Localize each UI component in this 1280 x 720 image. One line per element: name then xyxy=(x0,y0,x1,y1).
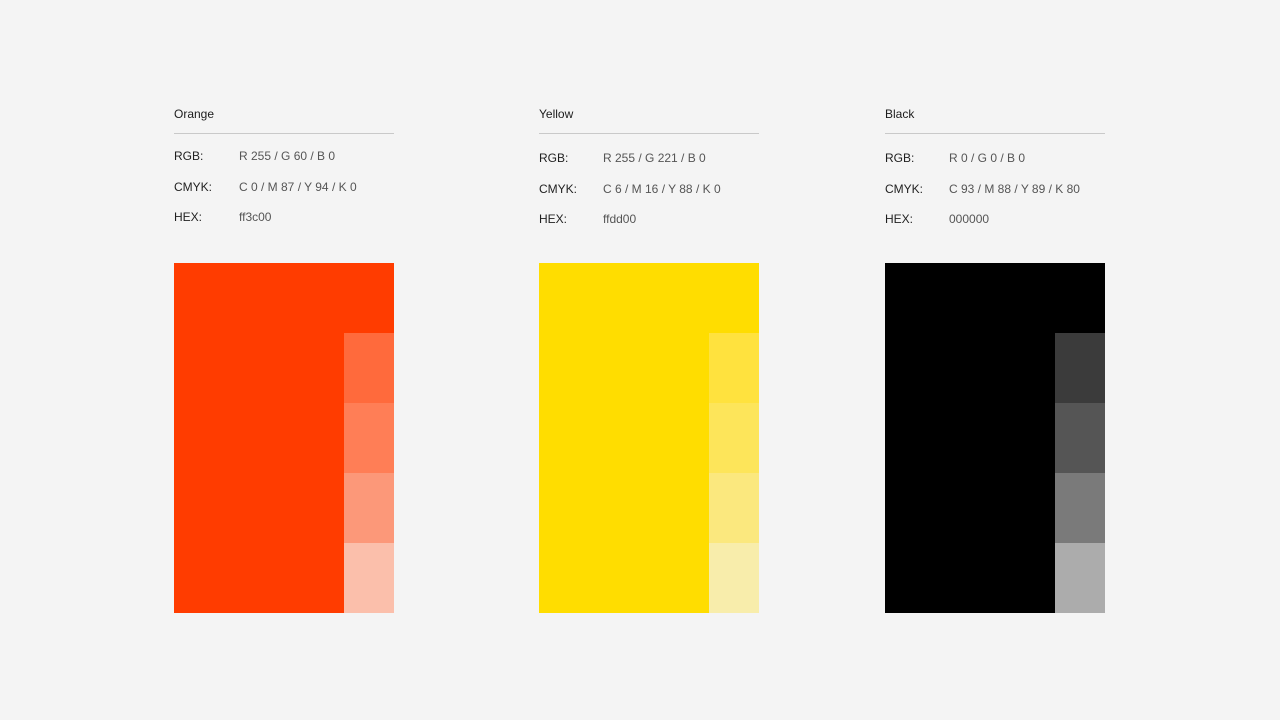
tint-swatch xyxy=(344,473,394,543)
tint-swatch xyxy=(1055,543,1105,613)
divider xyxy=(885,133,1105,134)
color-swatch xyxy=(174,263,394,613)
divider xyxy=(539,133,759,134)
tint-swatch xyxy=(709,403,759,473)
cmyk-value: C 93 / M 88 / Y 89 / K 80 xyxy=(949,182,1080,196)
color-name: Black xyxy=(885,107,915,121)
hex-value: 000000 xyxy=(949,212,990,226)
color-name: Orange xyxy=(174,107,215,121)
color-swatch xyxy=(539,263,759,613)
tint-swatch xyxy=(709,473,759,543)
tint-swatch xyxy=(1055,333,1105,403)
cmyk-value: C 0 / M 87 / Y 94 / K 0 xyxy=(239,180,357,194)
divider xyxy=(174,133,394,134)
color-name: Yellow xyxy=(539,107,574,121)
tint-swatch xyxy=(1055,403,1105,473)
hex-label: HEX: xyxy=(885,212,914,226)
hex-label: HEX: xyxy=(539,212,568,226)
rgb-value: R 255 / G 60 / B 0 xyxy=(239,149,336,163)
color-swatch xyxy=(885,263,1105,613)
rgb-label: RGB: xyxy=(885,151,915,165)
tint-swatch xyxy=(344,333,394,403)
rgb-value: R 255 / G 221 / B 0 xyxy=(603,151,706,165)
hex-value: ff3c00 xyxy=(239,210,272,224)
hex-value: ffdd00 xyxy=(603,212,637,226)
tint-swatch xyxy=(709,543,759,613)
tint-swatch xyxy=(344,403,394,473)
color-palette-page: Orange RGB: R 255 / G 60 / B 0 CMYK: C 0… xyxy=(0,0,1280,720)
rgb-label: RGB: xyxy=(539,151,569,165)
hex-label: HEX: xyxy=(174,210,203,224)
tint-swatch xyxy=(709,333,759,403)
cmyk-label: CMYK: xyxy=(174,180,213,194)
cmyk-label: CMYK: xyxy=(885,182,924,196)
tint-swatch xyxy=(1055,473,1105,543)
cmyk-value: C 6 / M 16 / Y 88 / K 0 xyxy=(603,182,721,196)
tint-swatch xyxy=(344,543,394,613)
cmyk-label: CMYK: xyxy=(539,182,578,196)
rgb-label: RGB: xyxy=(174,149,204,163)
rgb-value: R 0 / G 0 / B 0 xyxy=(949,151,1026,165)
